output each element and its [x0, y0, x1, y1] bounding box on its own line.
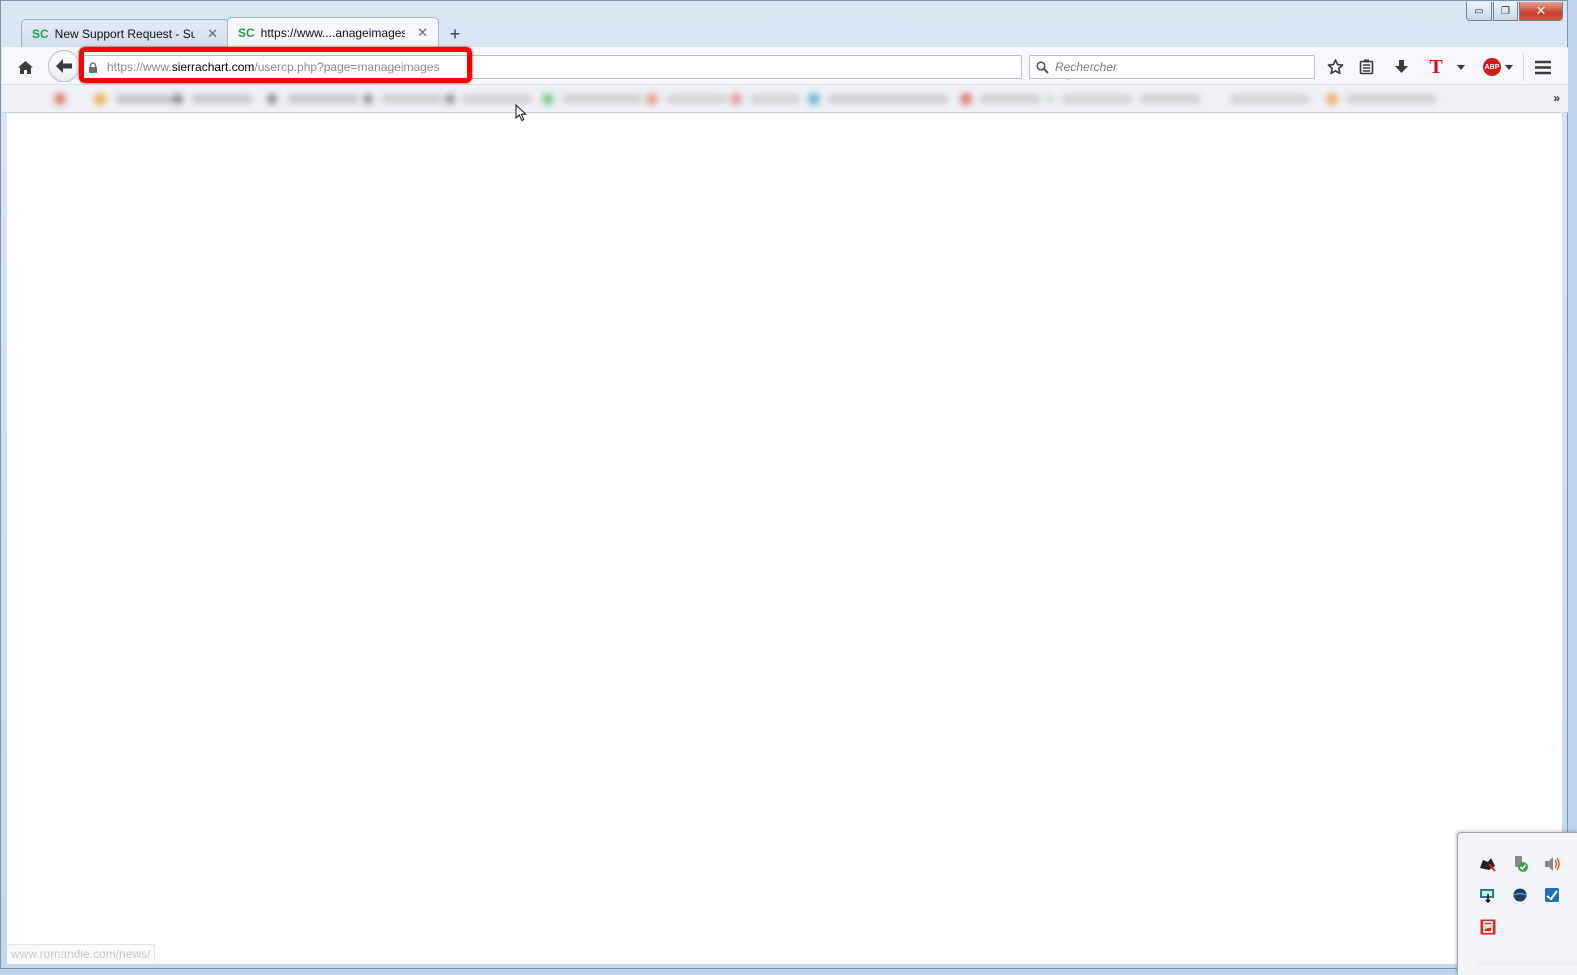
- home-button[interactable]: [13, 56, 37, 78]
- system-tray-overflow-panel: [1457, 832, 1577, 975]
- new-tab-button[interactable]: +: [441, 21, 469, 47]
- blurred-bookmarks: [54, 93, 1436, 105]
- tray-safely-remove-icon[interactable]: [1511, 855, 1529, 873]
- search-icon: [1036, 60, 1049, 74]
- toolbar-separator: [1523, 53, 1524, 81]
- adblock-plus-button[interactable]: ABP: [1481, 55, 1515, 79]
- chevron-down-icon: [1457, 64, 1465, 70]
- maximize-button[interactable]: ❐: [1493, 2, 1518, 21]
- bookmarks-overflow-chevron[interactable]: »: [1553, 91, 1560, 105]
- tray-speaker-icon[interactable]: [1543, 855, 1561, 873]
- tab-bar: SC New Support Request - Su... ✕ SC http…: [21, 17, 469, 47]
- search-bar[interactable]: [1029, 55, 1315, 79]
- mouse-cursor-icon: [515, 104, 528, 122]
- minimize-button[interactable]: ▭: [1466, 2, 1492, 21]
- sierrachart-favicon-icon: SC: [32, 26, 49, 41]
- url-prefix: https://www.: [107, 60, 172, 74]
- tab-manage-images[interactable]: SC https://www....anageimages ✕: [227, 17, 439, 47]
- lock-icon: [87, 61, 99, 73]
- tab-close-icon[interactable]: ✕: [417, 25, 428, 41]
- open-menu-button[interactable]: [1530, 55, 1556, 79]
- adblock-plus-icon: ABP: [1483, 58, 1501, 76]
- downloads-button[interactable]: [1390, 55, 1412, 79]
- url-bar[interactable]: https://www.sierrachart.com/usercp.php?p…: [80, 55, 1094, 81]
- back-button[interactable]: [48, 50, 80, 82]
- close-window-button[interactable]: ✕: [1519, 2, 1563, 21]
- home-icon: [17, 60, 33, 74]
- navigation-toolbar: https://www.sierrachart.com/usercp.php?p…: [2, 47, 1568, 85]
- chevron-down-icon: [1505, 64, 1513, 70]
- t-extension-button[interactable]: T: [1426, 55, 1446, 79]
- tray-customize-link[interactable]: [1478, 962, 1577, 975]
- hamburger-menu-icon: [1535, 60, 1551, 74]
- tray-app-icon-blue[interactable]: [1543, 886, 1561, 904]
- url-text[interactable]: https://www.sierrachart.com/usercp.php?p…: [107, 60, 440, 74]
- bookmarks-toolbar: »: [2, 85, 1568, 113]
- tab-title: https://www....anageimages: [260, 25, 406, 40]
- search-input[interactable]: [1055, 60, 1305, 74]
- browser-window: ▭ ❐ ✕ SC New Support Request - Su... ✕ S…: [0, 0, 1568, 969]
- reading-list-button[interactable]: [1355, 55, 1377, 79]
- tab-title: New Support Request - Su...: [54, 26, 196, 41]
- status-bar: www.romandie.com/news/: [7, 944, 156, 963]
- t-extension-dropdown[interactable]: [1454, 55, 1468, 79]
- tray-red-app-icon[interactable]: [1479, 918, 1497, 936]
- star-icon: [1327, 59, 1343, 75]
- tray-network-icon[interactable]: [1479, 886, 1497, 904]
- reader-list-icon: [1359, 59, 1373, 75]
- tray-app-icon-1[interactable]: [1479, 855, 1497, 873]
- back-arrow-icon: [56, 59, 72, 73]
- tab-close-icon[interactable]: ✕: [207, 26, 218, 42]
- bookmark-star-button[interactable]: [1324, 55, 1346, 79]
- download-icon: [1394, 60, 1408, 73]
- window-controls: ▭ ❐ ✕: [1466, 2, 1563, 21]
- tray-globe-icon[interactable]: [1511, 886, 1529, 904]
- page-content: [7, 113, 1562, 964]
- tab-new-support-request[interactable]: SC New Support Request - Su... ✕: [21, 19, 229, 47]
- sierrachart-favicon-icon: SC: [238, 25, 255, 40]
- url-path: /usercp.php?page=manageimages: [254, 60, 440, 74]
- url-domain: sierrachart.com: [171, 60, 255, 74]
